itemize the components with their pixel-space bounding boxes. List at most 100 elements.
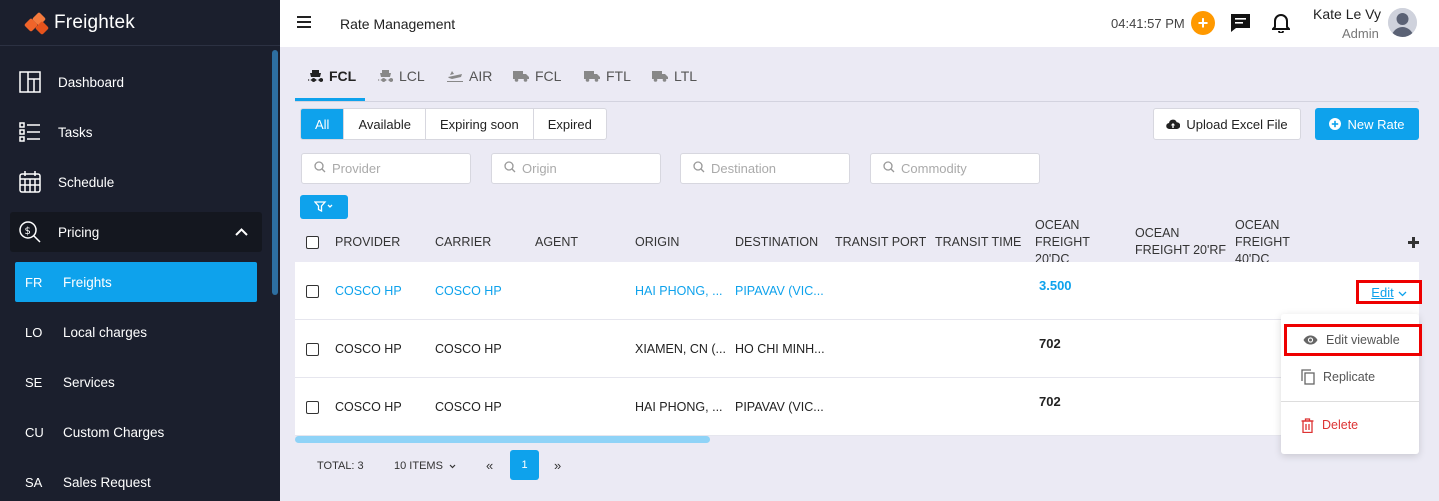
origin-cell[interactable]: HAI PHONG, ... (635, 262, 727, 320)
svg-text:$: $ (25, 226, 31, 237)
menu-item-edit-viewable[interactable]: Edit viewable (1284, 324, 1422, 356)
sidebar-scrollbar[interactable] (272, 50, 278, 295)
tab-lcl[interactable]: LCL (378, 68, 425, 84)
ocean-freight-40dc-cell (1235, 262, 1325, 320)
truck-icon (513, 70, 529, 82)
menu-item-replicate[interactable]: Replicate (1281, 361, 1419, 393)
origin-input[interactable] (522, 161, 652, 176)
advanced-filter-button[interactable] (300, 195, 348, 219)
prev-page-button[interactable]: « (486, 458, 493, 473)
filter-expiring-soon-button[interactable]: Expiring soon (426, 109, 534, 139)
table-row[interactable]: COSCO HP COSCO HP HAI PHONG, ... PIPAVAV… (295, 262, 1419, 320)
hamburger-menu-icon[interactable] (297, 16, 311, 28)
sidebar-item-services[interactable]: SE Services (15, 362, 257, 402)
tab-ftl[interactable]: FTL (584, 68, 631, 84)
column-header-destination[interactable]: DESTINATION (735, 222, 830, 262)
sidebar-item-sales-request[interactable]: SA Sales Request (15, 462, 257, 501)
sidebar-item-freights[interactable]: FR Freights (15, 262, 257, 302)
row-checkbox[interactable] (306, 262, 319, 320)
column-header-transit-time[interactable]: TRANSIT TIME (935, 222, 1030, 262)
ocean-freight-20dc-cell[interactable]: 3.500 (1039, 256, 1129, 314)
chat-icon[interactable] (1230, 13, 1251, 36)
agent-cell (535, 320, 630, 378)
sidebar-item-custom-charges[interactable]: CU Custom Charges (15, 412, 257, 452)
ocean-freight-20rf-cell (1135, 320, 1225, 378)
menu-item-label: Delete (1322, 418, 1359, 432)
table-header: PROVIDER CARRIER AGENT ORIGIN DESTINATIO… (295, 218, 1419, 266)
page-size-select[interactable]: 10 ITEMS (394, 460, 456, 472)
transit-port-cell (835, 262, 930, 320)
chevron-up-icon (235, 224, 248, 239)
add-column-icon[interactable] (1408, 236, 1419, 251)
add-icon[interactable]: + (1191, 11, 1215, 35)
select-all-checkbox[interactable] (306, 222, 319, 262)
edit-label: Edit (1371, 284, 1394, 300)
column-header-ocean-freight-20rf[interactable]: OCEAN FREIGHT 20'RF (1135, 222, 1227, 262)
rates-table-body: COSCO HP COSCO HP HAI PHONG, ... PIPAVAV… (295, 262, 1419, 436)
provider-input[interactable] (332, 161, 462, 176)
tab-label: LCL (399, 68, 425, 84)
chevron-down-icon (1398, 285, 1407, 300)
menu-item-delete[interactable]: Delete (1281, 409, 1419, 441)
upload-excel-button[interactable]: Upload Excel File (1153, 108, 1301, 140)
ship-icon (308, 69, 323, 83)
row-checkbox[interactable] (306, 320, 319, 378)
tab-label: LTL (674, 68, 698, 84)
column-header-ocean-freight-40dc[interactable]: OCEAN FREIGHT 40'DC (1235, 218, 1317, 266)
column-header-transit-port[interactable]: TRANSIT PORT (835, 222, 930, 262)
transit-port-cell (835, 378, 930, 436)
funnel-icon (313, 200, 334, 215)
next-page-button[interactable]: » (554, 458, 561, 473)
brand[interactable]: Freightek (0, 0, 280, 46)
user-role: Admin (1342, 26, 1379, 41)
column-header-agent[interactable]: AGENT (535, 222, 625, 262)
origin-cell: HAI PHONG, ... (635, 400, 723, 414)
plane-icon (447, 70, 463, 82)
tab-fcl-truck[interactable]: FCL (513, 68, 561, 84)
table-row[interactable]: COSCO HP COSCO HP HAI PHONG, ... PIPAVAV… (295, 378, 1419, 436)
provider-search (301, 153, 471, 184)
sidebar-item-tasks[interactable]: Tasks (10, 112, 262, 152)
row-checkbox[interactable] (306, 378, 319, 436)
ocean-freight-20dc-cell: 702 (1039, 393, 1061, 409)
filter-all-button[interactable]: All (301, 109, 345, 139)
filter-available-button[interactable]: Available (344, 109, 426, 139)
table-row[interactable]: COSCO HP COSCO HP XIAMEN, CN (... HO CHI… (295, 320, 1419, 378)
sidebar-item-local-charges[interactable]: LO Local charges (15, 312, 257, 352)
menu-divider (1281, 401, 1419, 402)
destination-cell: HO CHI MINH... (735, 342, 825, 356)
top-header: Rate Management 04:41:57 PM + Kate Le Vy… (280, 0, 1439, 47)
pagination-bar: TOTAL: 3 10 ITEMS « 1 » (295, 446, 1419, 486)
user-name[interactable]: Kate Le Vy (1313, 6, 1381, 22)
commodity-input[interactable] (901, 161, 1031, 176)
filter-expired-button[interactable]: Expired (534, 109, 606, 139)
sidebar-item-pricing[interactable]: $ Pricing (10, 212, 262, 252)
plus-circle-icon (1329, 118, 1342, 130)
column-header-carrier[interactable]: CARRIER (435, 222, 525, 262)
transit-port-cell (835, 320, 930, 378)
bell-icon[interactable] (1270, 12, 1292, 36)
avatar[interactable] (1388, 8, 1417, 37)
sidebar-item-dashboard[interactable]: Dashboard (10, 62, 262, 102)
destination-cell[interactable]: PIPAVAV (VIC... (735, 262, 827, 320)
column-header-origin[interactable]: ORIGIN (635, 222, 725, 262)
carrier-cell[interactable]: COSCO HP (435, 262, 530, 320)
provider-cell[interactable]: COSCO HP (335, 262, 430, 320)
table-horizontal-scrollbar[interactable] (295, 436, 710, 443)
carrier-cell: COSCO HP (435, 400, 502, 414)
origin-cell: XIAMEN, CN (... (635, 342, 726, 356)
sidebar-item-schedule[interactable]: Schedule (10, 162, 262, 202)
column-header-provider[interactable]: PROVIDER (335, 222, 425, 262)
search-icon (504, 161, 516, 176)
status-filter: All Available Expiring soon Expired (300, 108, 607, 140)
tab-fcl-sea[interactable]: FCL (308, 68, 356, 84)
tab-ltl[interactable]: LTL (652, 68, 697, 84)
new-rate-button[interactable]: New Rate (1315, 108, 1419, 140)
page-button-current[interactable]: 1 (510, 450, 539, 480)
tab-label: FCL (329, 68, 357, 84)
tab-air[interactable]: AIR (447, 68, 492, 84)
row-edit-dropdown[interactable]: Edit (1356, 280, 1422, 304)
sidebar-item-abbr: SE (25, 374, 43, 390)
row-action-menu: Edit viewable Replicate Delete (1281, 314, 1422, 454)
destination-input[interactable] (711, 161, 841, 176)
